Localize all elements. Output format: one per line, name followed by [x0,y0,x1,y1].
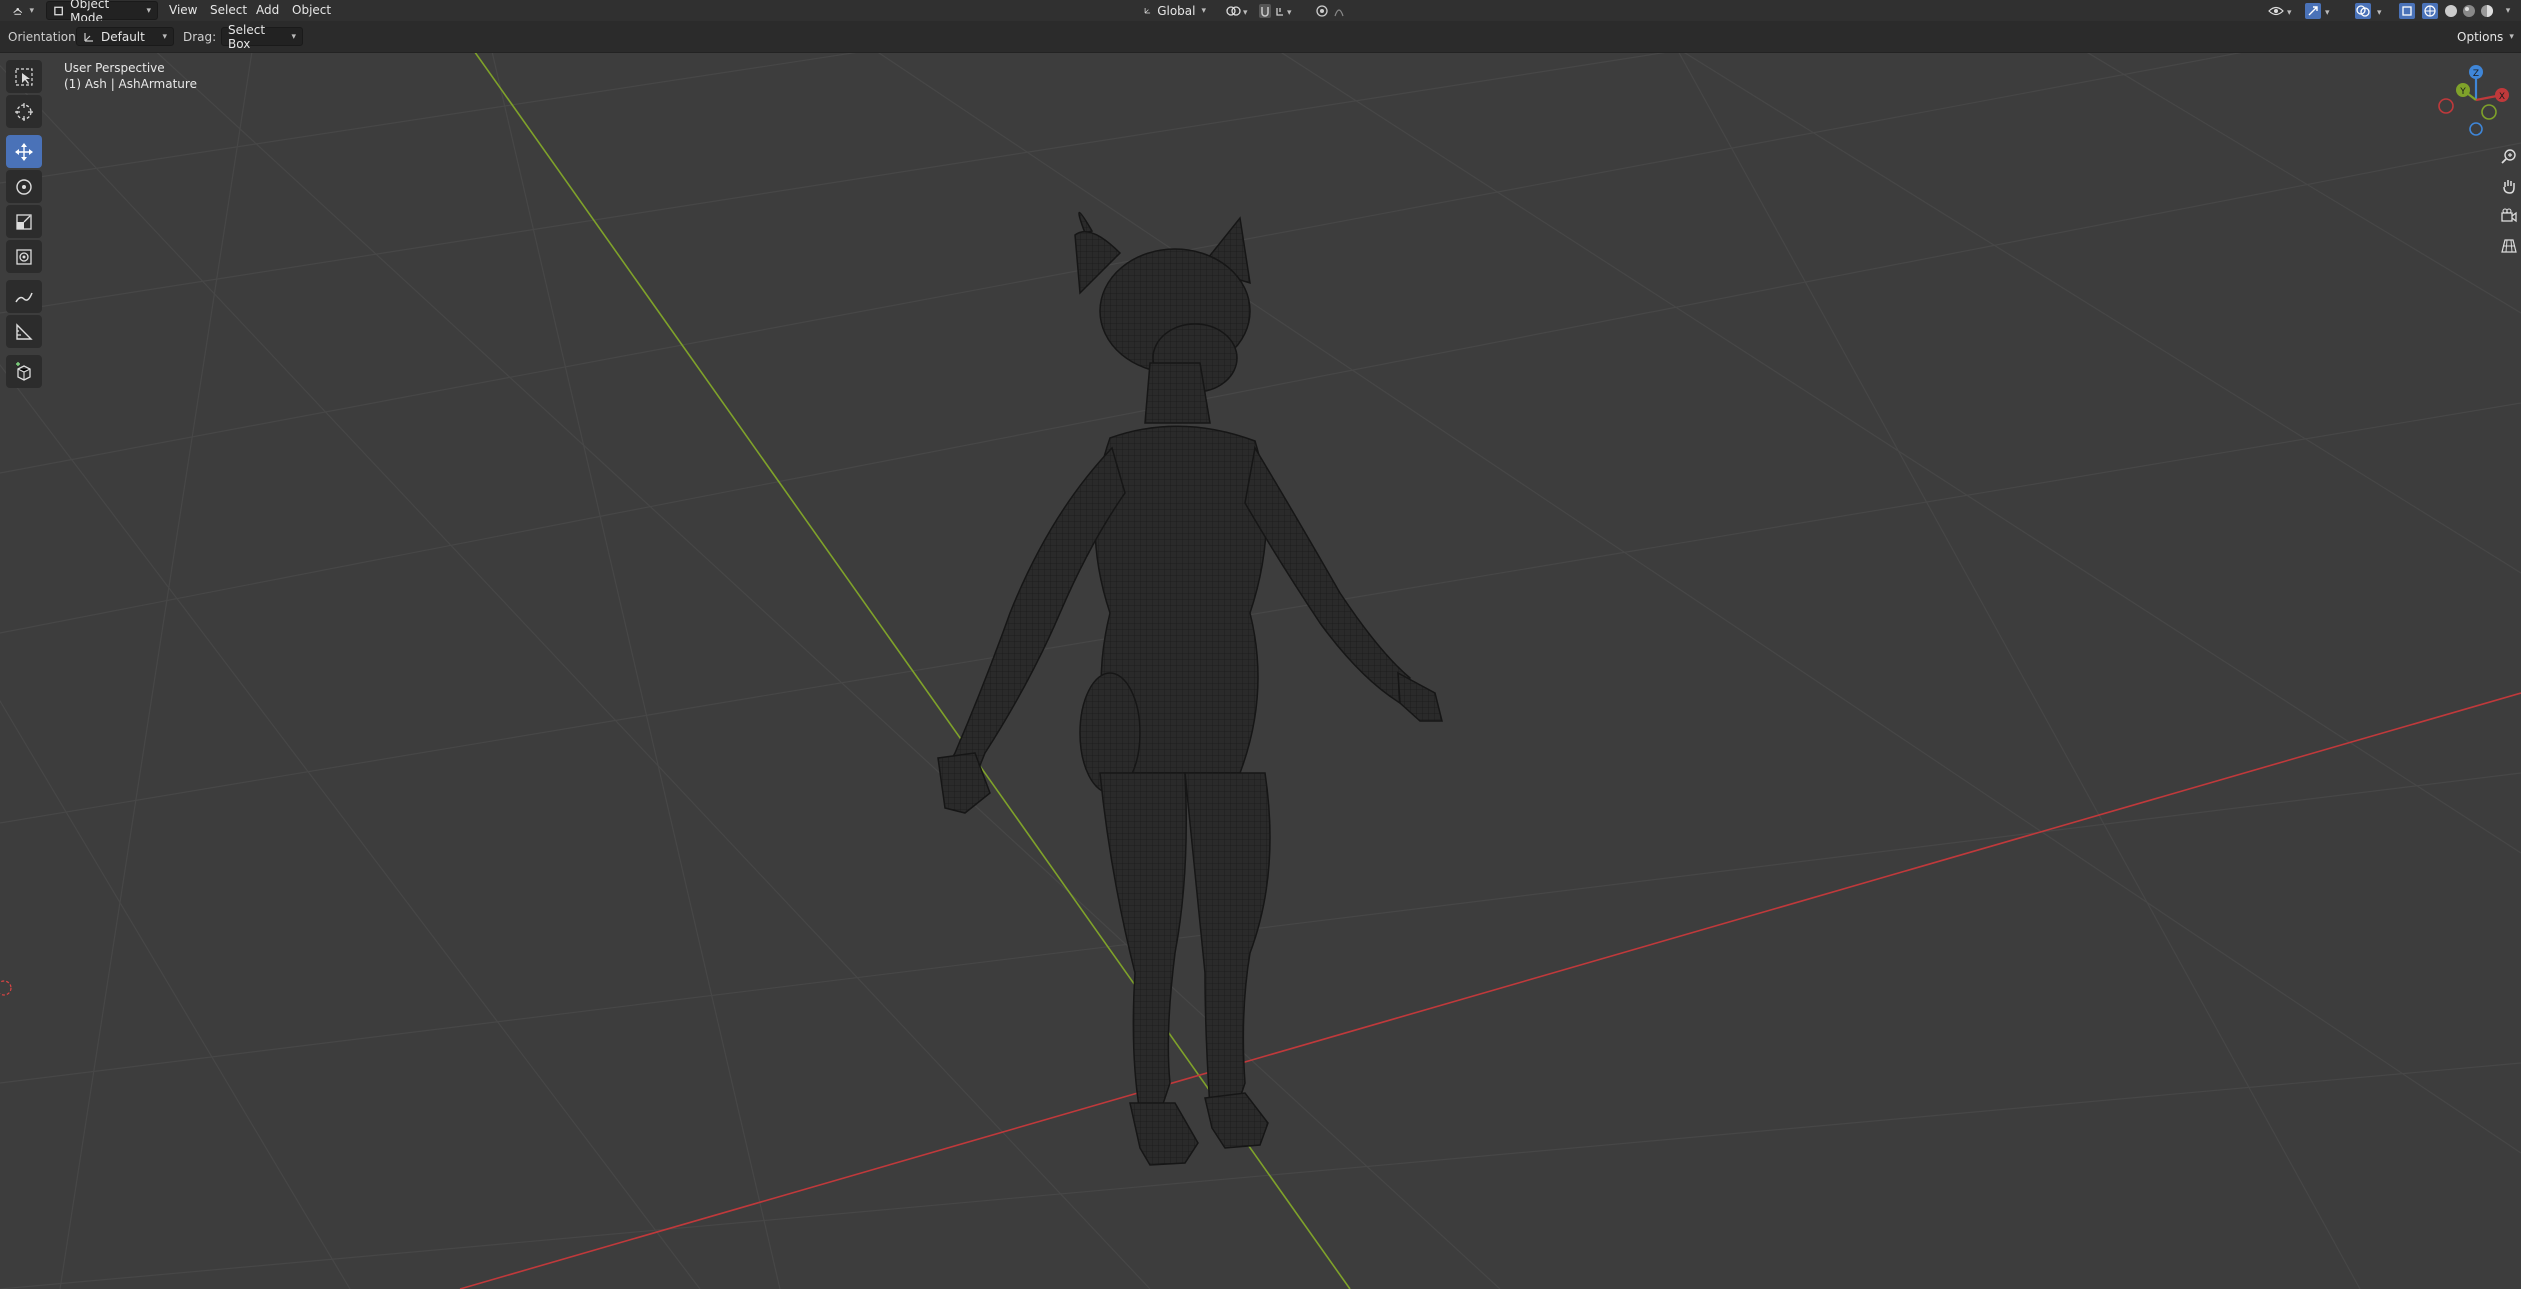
shading-rendered-button[interactable] [2478,2,2496,19]
editor-type-button[interactable]: ▾ [6,1,40,20]
gizmo-neg-y[interactable] [2481,104,2497,120]
svg-text:Y: Y [2459,87,2466,97]
scale-tool-icon [16,213,32,230]
3d-cursor [0,980,12,996]
xray-toggle-button[interactable] [2396,2,2418,19]
annotate-tool[interactable] [6,280,42,313]
drag-dropdown[interactable]: Select Box ▾ [221,23,303,51]
move-tool[interactable] [6,135,42,168]
select-box-tool-icon [15,67,33,86]
visibility-button[interactable]: ▾ [2266,2,2300,19]
camera-icon [2501,208,2517,223]
proportional-editing-button[interactable] [1314,2,1366,19]
move-tool-icon [15,142,33,161]
cursor-tool[interactable] [6,95,42,128]
menu-view[interactable]: View [164,2,202,19]
options-label: Options [2457,29,2504,44]
eye-icon: ▾ [2268,6,2292,18]
chevron-down-icon: ▾ [162,31,167,42]
orientation-icon [1144,8,1151,14]
orientation-dropdown[interactable]: Default ▾ [76,27,174,46]
shading-options-button[interactable]: ▾ [2500,2,2516,19]
x-axis-line [459,692,2521,1289]
drag-label: Drag: [183,30,217,44]
pivot-link-icon: ▾ [1226,5,1248,18]
pivot-point-button[interactable]: ▾ [1222,2,1254,19]
drag-dropdown-value: Select Box [228,22,266,51]
wireframe-shading-icon [2422,2,2438,19]
chevron-down-icon: ▾ [1201,5,1206,16]
rotate-tool[interactable] [6,170,42,203]
3d-viewport-icon [13,7,23,15]
overlays-button[interactable]: ▾ [2354,2,2390,19]
options-button[interactable]: Options ▾ [2451,27,2517,46]
svg-text:▾: ▾ [2377,8,2382,18]
svg-text:▾: ▾ [2325,8,2330,18]
orientation-dropdown-value: Default [101,29,145,44]
shading-solid-button[interactable] [2442,2,2460,19]
cursor-tool-icon [15,102,33,121]
pan-hand-icon [2503,180,2515,194]
menu-select[interactable]: Select [205,2,252,19]
zoom-button[interactable] [2497,144,2521,168]
svg-text:▾: ▾ [2287,8,2292,18]
perspective-label: User Perspective [64,61,165,75]
shading-material-button[interactable] [2460,2,2478,19]
add-cube-tool-icon [16,361,31,381]
navigation-gizmo[interactable]: Z X Y [2430,62,2518,144]
svg-text:Z: Z [2473,69,2479,79]
scale-tool[interactable] [6,205,42,238]
perspective-grid-icon [2501,239,2517,253]
gizmo-neg-z[interactable] [2469,122,2483,136]
rendered-shading-icon [2481,4,2493,17]
snapping-button[interactable]: ▾ [1258,2,1310,19]
object-info-label: (1) Ash | AshArmature [64,77,197,91]
gizmo-icon: ▾ [2305,2,2330,19]
chevron-down-icon: ▾ [2509,31,2514,42]
transform-orientation-selector[interactable]: Global ▾ [1138,1,1212,20]
shading-wireframe-button[interactable] [2420,2,2440,19]
measure-tool[interactable] [6,315,42,348]
proportional-edit-icon [1316,4,1344,17]
floor-grid [0,53,2521,1289]
svg-text:X: X [2499,92,2505,102]
rotate-tool-icon [16,178,32,195]
overlays-icon: ▾ [2355,2,2382,19]
orientation-axes-icon [84,32,93,42]
svg-text:▾: ▾ [1287,8,1292,18]
orientation-value: Global [1157,3,1196,18]
svg-text:▾: ▾ [1243,8,1248,18]
menu-add[interactable]: Add [251,2,284,19]
pan-button[interactable] [2497,174,2521,198]
camera-view-button[interactable] [2497,204,2521,228]
3d-viewport[interactable]: User Perspective (1) Ash | AshArmature [0,53,2521,1289]
orientation-label: Orientation: [8,30,80,44]
character-wireframe [937,211,1443,1166]
gizmo-neg-x[interactable] [2438,98,2454,114]
solid-shading-icon [2445,4,2457,17]
object-mode-icon [54,6,63,15]
tool-settings-header: Orientation: Default ▾ Drag: Select Box … [0,21,2521,53]
select-box-tool[interactable] [6,60,42,93]
viewport-scene [0,53,2521,1289]
menu-object[interactable]: Object [287,2,336,19]
snap-magnet-icon: ▾ [1259,3,1292,18]
measure-tool-icon [16,322,33,340]
material-shading-icon [2463,4,2475,17]
add-cube-tool[interactable] [6,355,42,388]
chevron-down-icon: ▾ [29,5,34,16]
chevron-down-icon: ▾ [291,31,296,42]
transform-tool[interactable] [6,240,42,273]
transform-tool-icon [16,248,32,265]
annotate-tool-icon [15,292,33,302]
zoom-icon [2501,149,2516,164]
chevron-down-icon: ▾ [2505,5,2511,16]
chevron-down-icon: ▾ [146,5,151,16]
viewport-header: ▾ Object Mode ▾ View Select Add Object G… [0,0,2521,25]
mode-selector[interactable]: Object Mode ▾ [46,0,158,25]
perspective-toggle-button[interactable] [2497,234,2521,258]
gizmo-toggle-button[interactable]: ▾ [2304,2,2338,19]
xray-icon [2399,2,2415,19]
